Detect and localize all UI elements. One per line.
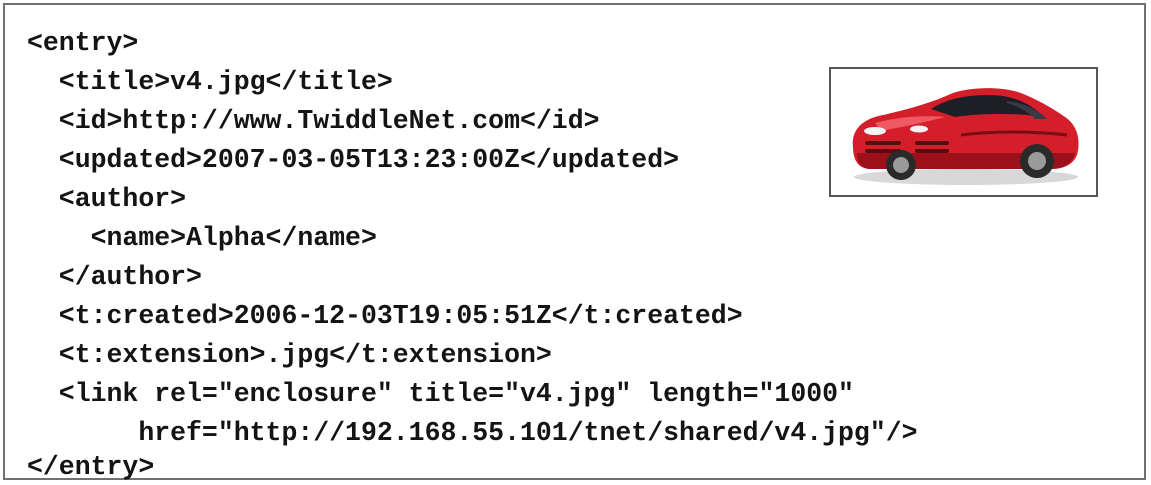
- code-line-link: <link rel="enclosure" title="v4.jpg" len…: [27, 379, 854, 409]
- code-line-author-close: </author>: [27, 262, 202, 292]
- code-line-created: <t:created>2006-12-03T19:05:51Z</t:creat…: [27, 301, 743, 331]
- code-line-entry-close: </entry>: [27, 452, 155, 482]
- code-line-author-open: <author>: [27, 184, 187, 214]
- code-line-entry-open: <entry>: [27, 28, 139, 58]
- code-line-updated: <updated>2007-03-05T13:23:00Z</updated>: [27, 145, 680, 175]
- code-line-extension: <t:extension>.jpg</t:extension>: [27, 340, 552, 370]
- code-line-href: href="http://192.168.55.101/tnet/shared/…: [27, 418, 918, 448]
- red-sports-car-icon: [852, 88, 1079, 185]
- car-thumbnail: [829, 67, 1098, 197]
- xml-entry-panel: <entry> <title>v4.jpg</title> <id>http:/…: [3, 3, 1146, 480]
- code-line-id: <id>http://www.TwiddleNet.com</id>: [27, 106, 600, 136]
- code-line-title: <title>v4.jpg</title>: [27, 67, 393, 97]
- code-line-name: <name>Alpha</name>: [27, 223, 377, 253]
